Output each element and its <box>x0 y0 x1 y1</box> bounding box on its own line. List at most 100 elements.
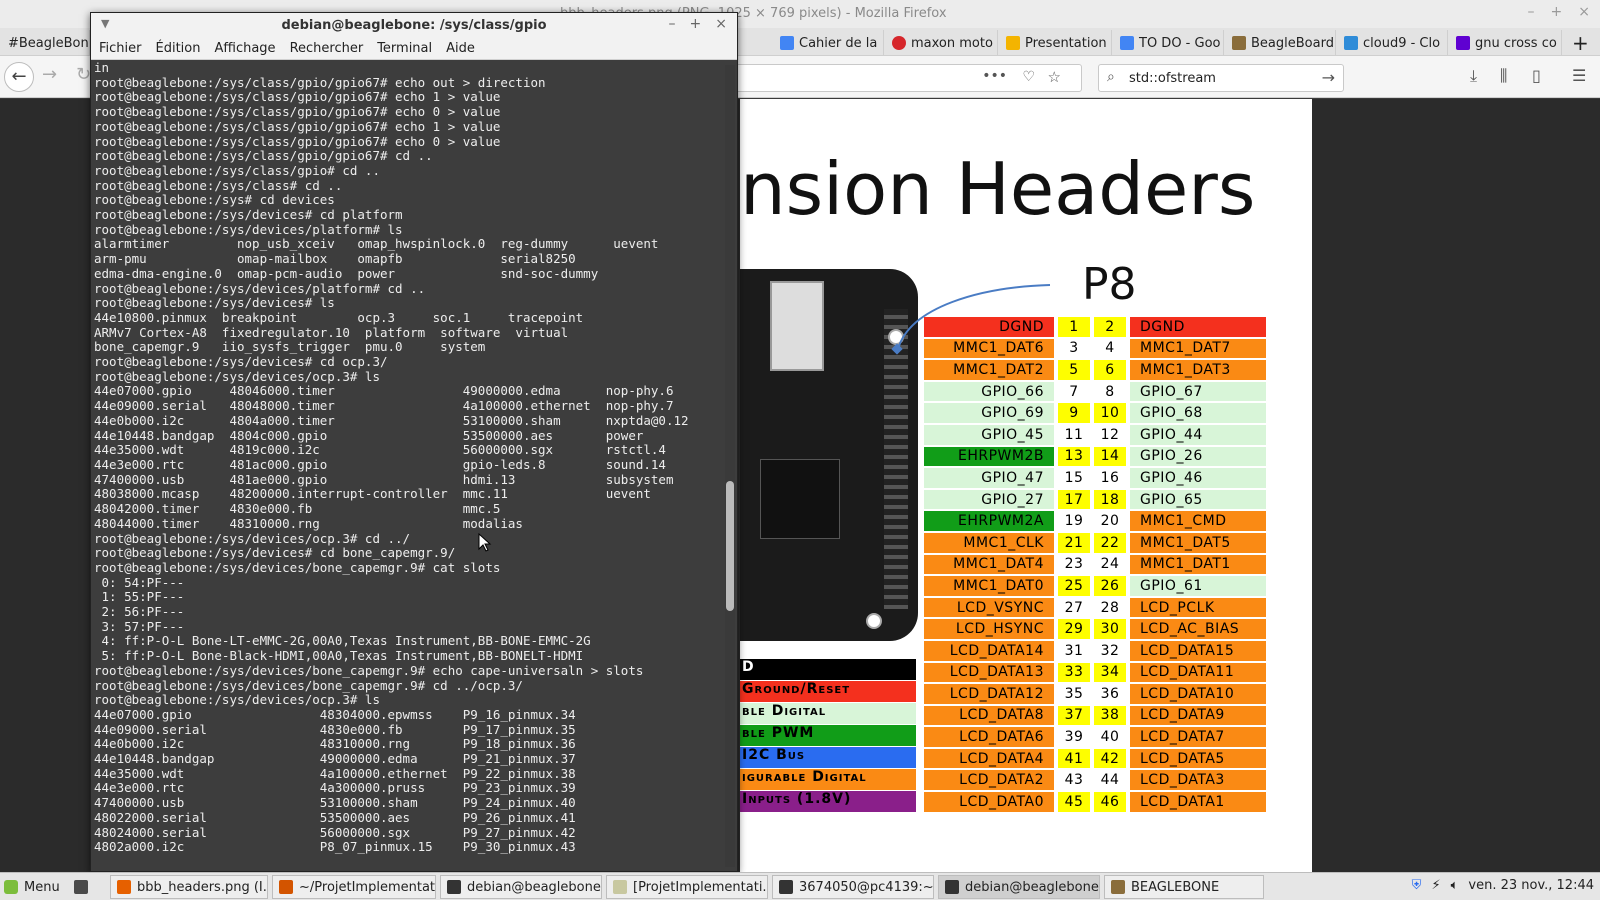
taskbar-window-button[interactable]: debian@beaglebone... <box>440 875 602 899</box>
pin-left-label: MMC1_DAT4 <box>924 554 1054 575</box>
menu-fichier[interactable]: Fichier <box>99 41 142 56</box>
pin-row: MMC1_CLK 21 22 MMC1_DAT5 <box>924 532 1266 553</box>
taskbar-window-button[interactable]: ~/ProjetImplementat... <box>272 875 436 899</box>
minimize-icon[interactable]: – <box>1528 4 1535 20</box>
pin-left-label: LCD_DATA13 <box>924 662 1054 683</box>
reload-button[interactable]: ↻ <box>76 64 91 85</box>
taskbar-window-button[interactable]: BEAGLEBONE <box>1104 875 1264 899</box>
tab-cloud9[interactable]: cloud9 - Clo <box>1338 30 1448 56</box>
pin-left-label: LCD_DATA2 <box>924 770 1054 791</box>
tab-cahier[interactable]: Cahier de la <box>774 30 884 56</box>
menu-affichage[interactable]: Affichage <box>214 41 275 56</box>
pin-left-label: LCD_DATA6 <box>924 727 1054 747</box>
app-icon <box>117 880 131 894</box>
slides-icon <box>1006 36 1020 50</box>
pin-row: EHRPWM2A 19 20 MMC1_CMD <box>924 511 1266 531</box>
taskbar-window-button[interactable]: [ProjetImplementati... <box>606 875 768 899</box>
forward-button[interactable]: → <box>42 64 57 85</box>
menu-aide[interactable]: Aide <box>446 41 475 56</box>
beagle-icon <box>1232 36 1246 50</box>
search-icon: ⌕ <box>1107 69 1115 85</box>
close-icon[interactable]: × <box>715 16 727 32</box>
page-actions-icon[interactable]: ••• <box>982 68 1007 84</box>
pin-number-odd: 33 <box>1058 662 1090 683</box>
terminal-window[interactable]: ▼ debian@beaglebone: /sys/class/gpio – +… <box>90 12 738 872</box>
pin-number-odd: 19 <box>1058 511 1090 531</box>
pin-left-label: EHRPWM2A <box>924 511 1054 531</box>
shield-icon[interactable]: ⛨ <box>1412 878 1422 893</box>
pin-right-label: MMC1_DAT1 <box>1130 554 1266 575</box>
tab-presentation[interactable]: Presentation <box>1000 30 1112 56</box>
library-icon[interactable]: ⫼ <box>1500 66 1507 86</box>
legend-item: Ground/Reset <box>740 681 916 702</box>
taskbar-window-button[interactable]: bbb_headers.png (I... <box>110 875 268 899</box>
pin-number-even: 26 <box>1094 576 1126 596</box>
start-menu-button[interactable]: Menu <box>4 876 88 898</box>
minimize-icon[interactable]: – <box>669 16 676 32</box>
pin-number-odd: 45 <box>1058 792 1090 812</box>
show-desktop-icon[interactable] <box>73 880 88 894</box>
url-bar[interactable]: ••• ♡ ☆ <box>700 64 1082 92</box>
pin-number-odd: 9 <box>1058 403 1090 423</box>
close-icon[interactable]: × <box>1578 4 1590 20</box>
network-icon[interactable]: ⚡ <box>1431 878 1440 893</box>
terminal-titlebar[interactable]: ▼ debian@beaglebone: /sys/class/gpio – +… <box>91 13 737 38</box>
tab-beaglebone[interactable]: #BeagleBone <box>2 30 90 56</box>
scrollbar-thumb[interactable] <box>726 481 734 611</box>
downloads-icon[interactable]: ⤓ <box>1470 66 1477 86</box>
header-image: nsion Headers P8 DGND 1 2 DGND MMC1_DAT6 3 4 MM… <box>740 99 1312 872</box>
tab-label: Cahier de la <box>799 35 878 51</box>
tab-label: maxon moto <box>911 35 993 51</box>
pin-number-even: 32 <box>1094 640 1126 661</box>
pin-number-even: 6 <box>1094 360 1126 380</box>
pin-right-label: MMC1_CMD <box>1130 511 1266 531</box>
tab-label: BeagleBoard <box>1251 35 1334 51</box>
pin-left-label: MMC1_DAT0 <box>924 576 1054 596</box>
pocket-icon[interactable]: ♡ <box>1022 69 1035 85</box>
tab-todo[interactable]: TO DO - Goo <box>1114 30 1224 56</box>
pin-left-label: LCD_HSYNC <box>924 619 1054 639</box>
pin-left-label: LCD_DATA4 <box>924 748 1054 769</box>
pin-left-label: LCD_DATA0 <box>924 792 1054 812</box>
sidebar-icon[interactable]: ▯ <box>1532 66 1541 85</box>
pin-left-label: MMC1_CLK <box>924 532 1054 553</box>
menu-edition[interactable]: Édition <box>156 41 201 56</box>
pin-number-odd: 1 <box>1058 317 1090 337</box>
bookmark-star-icon[interactable]: ☆ <box>1048 68 1061 86</box>
header-label: P8 <box>1082 259 1137 310</box>
search-bar[interactable]: ⌕ std::ofstream → <box>1098 64 1344 92</box>
new-tab-button[interactable]: + <box>1566 30 1596 56</box>
back-button[interactable]: ← <box>4 62 34 92</box>
pin-row: GPIO_47 15 16 GPIO_46 <box>924 468 1266 488</box>
tab-beagleboard[interactable]: BeagleBoard <box>1226 30 1336 56</box>
pin-left-label: MMC1_DAT6 <box>924 338 1054 359</box>
pin-right-label: GPIO_44 <box>1130 424 1266 445</box>
pin-row: MMC1_DAT2 5 6 MMC1_DAT3 <box>924 360 1266 380</box>
app-icon <box>1111 880 1125 894</box>
hamburger-menu-icon[interactable]: ☰ <box>1572 66 1586 85</box>
terminal-output[interactable]: in root@beaglebone:/sys/class/gpio/gpio6… <box>91 61 723 871</box>
pin-number-even: 44 <box>1094 770 1126 791</box>
maximize-icon[interactable]: + <box>690 16 702 32</box>
clock[interactable]: ven. 23 nov., 12:44 <box>1468 878 1594 893</box>
menu-terminal[interactable]: Terminal <box>377 41 432 56</box>
terminal-scrollbar[interactable] <box>725 65 735 867</box>
tab-maxon[interactable]: maxon moto <box>886 30 998 56</box>
terminal-window-controls: – + × <box>669 16 727 32</box>
maximize-icon[interactable]: + <box>1551 4 1563 20</box>
app-icon <box>279 880 293 894</box>
pin-number-even: 34 <box>1094 662 1126 683</box>
menu-rechercher[interactable]: Rechercher <box>290 41 364 56</box>
taskbar-window-button[interactable]: debian@beaglebone... <box>938 875 1100 899</box>
taskbar-window-button[interactable]: 3674050@pc4139:~ <box>772 875 934 899</box>
pin-right-label: LCD_DATA9 <box>1130 705 1266 726</box>
search-go-icon[interactable]: → <box>1322 68 1335 87</box>
volume-icon[interactable]: 🔈︎ <box>1451 878 1459 893</box>
board-processor <box>760 459 840 539</box>
tab-gnu-cross[interactable]: gnu cross co <box>1450 30 1562 56</box>
pin-left-label: MMC1_DAT2 <box>924 360 1054 380</box>
pin-table: DGND 1 2 DGND MMC1_DAT6 3 4 MMC1_DAT7 MMC1_DAT2 5… <box>920 315 1270 814</box>
pin-number-even: 16 <box>1094 468 1126 488</box>
pin-left-label: LCD_DATA14 <box>924 640 1054 661</box>
search-input[interactable]: std::ofstream <box>1129 71 1216 86</box>
